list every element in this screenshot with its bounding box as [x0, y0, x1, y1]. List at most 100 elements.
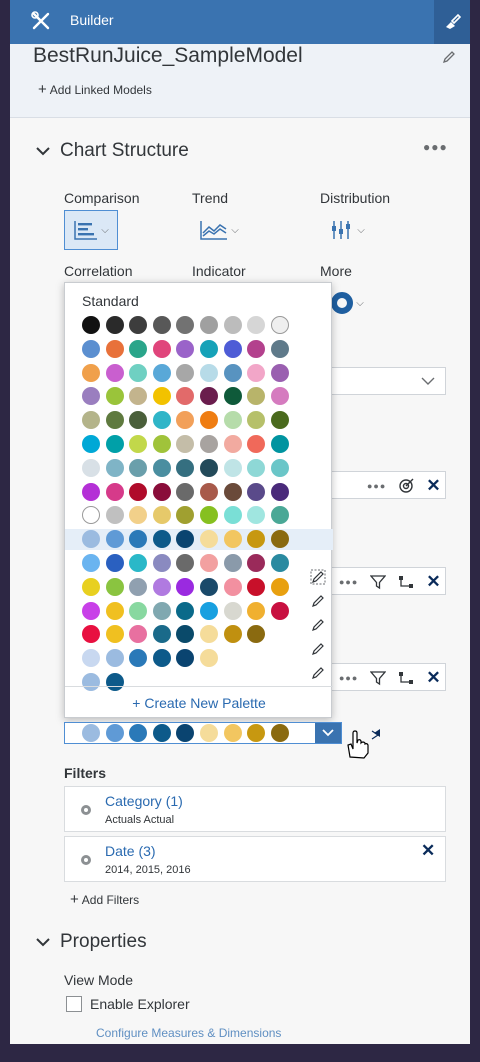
- color-swatch: [105, 435, 124, 453]
- filter-icon[interactable]: [370, 574, 387, 590]
- remove-filter-icon[interactable]: ✕: [421, 841, 435, 861]
- hierarchy-icon[interactable]: [398, 574, 414, 590]
- color-swatch: [223, 625, 242, 644]
- chevron-down-icon: [36, 931, 50, 953]
- color-swatch: [176, 724, 195, 742]
- chart-structure-header[interactable]: Chart Structure: [36, 140, 189, 162]
- color-swatch: [152, 339, 171, 358]
- color-swatch: [152, 601, 171, 620]
- color-swatch: [200, 411, 218, 430]
- remove-icon[interactable]: ✕: [426, 668, 440, 688]
- color-swatch: [247, 554, 266, 572]
- add-filters-link[interactable]: + Add Filters: [70, 891, 139, 908]
- color-swatch: [223, 387, 242, 406]
- hand-cursor-icon: [347, 729, 380, 759]
- color-swatch: [247, 363, 266, 382]
- target-icon[interactable]: [398, 478, 414, 494]
- color-swatch: [176, 363, 195, 382]
- properties-header[interactable]: Properties: [36, 931, 147, 953]
- distribution-type-button[interactable]: ⌵: [320, 210, 374, 250]
- enable-explorer-checkbox[interactable]: [66, 996, 82, 1012]
- color-swatch: [270, 601, 289, 620]
- palette-option[interactable]: [65, 624, 333, 645]
- edit-palette-icon[interactable]: [310, 641, 326, 657]
- color-swatch: [247, 724, 266, 742]
- color-swatch: [152, 411, 171, 430]
- color-swatch: [247, 435, 266, 453]
- edit-palette-icon[interactable]: [310, 665, 326, 681]
- palette-option[interactable]: [65, 529, 333, 551]
- color-swatch: [223, 506, 242, 525]
- enable-explorer-label: Enable Explorer: [90, 996, 190, 1012]
- more-options-icon[interactable]: ●●●: [367, 481, 386, 491]
- hierarchy-icon[interactable]: [398, 670, 414, 686]
- palette-dropdown[interactable]: [64, 722, 342, 744]
- trend-type-button[interactable]: ⌵: [192, 210, 246, 250]
- color-swatch: [129, 411, 148, 430]
- remove-icon[interactable]: ✕: [426, 476, 440, 496]
- color-swatch: [176, 458, 195, 477]
- palette-dropdown-toggle[interactable]: [315, 723, 341, 743]
- remove-icon[interactable]: ✕: [426, 572, 440, 592]
- more-options-icon[interactable]: ●●●: [339, 673, 358, 683]
- color-swatch: [270, 363, 289, 382]
- more-options-icon[interactable]: ●●●: [423, 140, 448, 154]
- palette-option[interactable]: [65, 601, 333, 622]
- chevron-down-icon: ⌵: [356, 297, 364, 309]
- filters-title: Filters: [64, 765, 107, 781]
- filter-date[interactable]: Date (3) 2014, 2015, 2016 ✕: [64, 836, 446, 882]
- filter-values: 2014, 2015, 2016: [105, 864, 191, 876]
- filter-icon[interactable]: [370, 670, 387, 686]
- more-options-icon[interactable]: ●●●: [339, 577, 358, 587]
- type-label-trend: Trend: [192, 190, 229, 206]
- type-label-indicator: Indicator: [192, 263, 246, 279]
- color-swatch: [200, 387, 218, 406]
- color-swatch: [200, 649, 218, 668]
- color-swatch: [223, 435, 242, 453]
- color-swatch: [200, 482, 218, 501]
- filter-name[interactable]: Category (1): [105, 793, 183, 809]
- comparison-type-button[interactable]: ⌵: [64, 210, 118, 250]
- palette-option[interactable]: [65, 434, 333, 455]
- color-swatch: [82, 363, 100, 382]
- color-swatch: [82, 339, 100, 358]
- color-swatch: [223, 458, 242, 477]
- palette-option[interactable]: [65, 458, 333, 479]
- styling-tab[interactable]: [434, 0, 470, 44]
- filter-name[interactable]: Date (3): [105, 843, 156, 859]
- palette-option[interactable]: [65, 648, 333, 669]
- palette-section-label: Standard: [82, 293, 139, 309]
- add-filters-label: Add Filters: [81, 893, 140, 907]
- color-swatch: [129, 724, 148, 742]
- palette-option[interactable]: [65, 363, 333, 384]
- palette-option[interactable]: [65, 339, 333, 360]
- color-swatch: [223, 363, 242, 382]
- color-swatch: [247, 387, 266, 406]
- color-swatch: [152, 577, 171, 596]
- color-swatch: [129, 458, 148, 477]
- color-swatch: [176, 482, 195, 501]
- color-swatch: [82, 625, 100, 644]
- palette-option[interactable]: [65, 315, 333, 336]
- color-swatch: [176, 411, 195, 430]
- palette-option[interactable]: [65, 577, 333, 598]
- edit-model-icon[interactable]: [442, 50, 456, 64]
- filter-category[interactable]: Category (1) Actuals Actual: [64, 786, 446, 832]
- configure-measures-link[interactable]: Configure Measures & Dimensions: [96, 1026, 281, 1040]
- color-swatch: [270, 554, 289, 572]
- palette-option[interactable]: [65, 553, 333, 574]
- color-swatch: [129, 482, 148, 501]
- palette-option[interactable]: [65, 482, 333, 503]
- add-linked-models-link[interactable]: + Add Linked Models: [38, 81, 152, 98]
- palette-option[interactable]: [65, 386, 333, 407]
- color-swatch: [129, 530, 148, 549]
- edit-palette-icon[interactable]: [310, 569, 326, 585]
- palette-option[interactable]: [65, 505, 333, 526]
- plus-icon: +: [70, 891, 79, 908]
- edit-palette-icon[interactable]: [310, 593, 326, 609]
- add-linked-label: Add Linked Models: [49, 83, 152, 97]
- color-swatch: [152, 387, 171, 406]
- create-new-palette-button[interactable]: + Create New Palette: [65, 686, 333, 719]
- edit-palette-icon[interactable]: [310, 617, 326, 633]
- palette-option[interactable]: [65, 410, 333, 431]
